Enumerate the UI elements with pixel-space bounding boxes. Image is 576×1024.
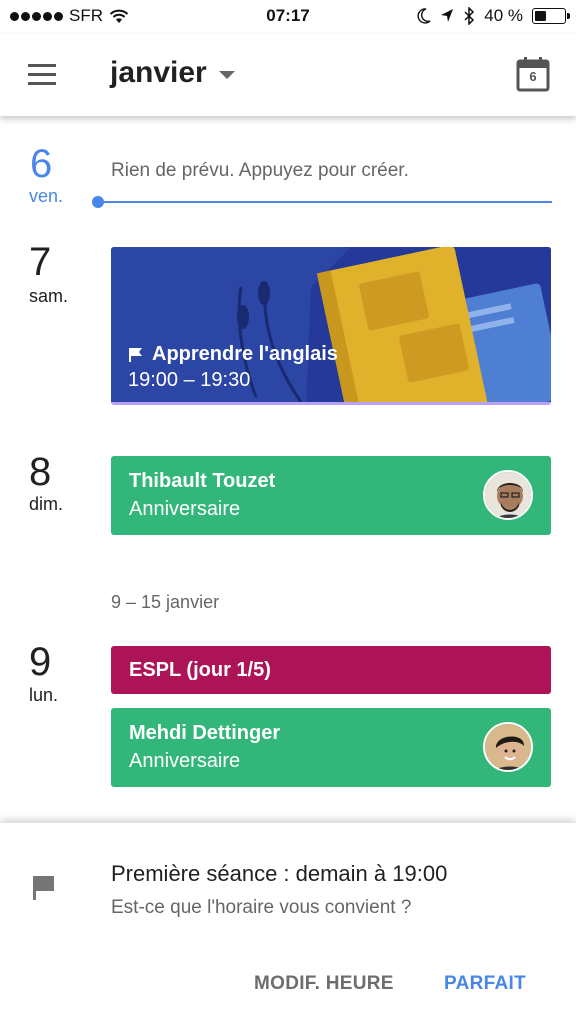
goal-confirmation-sheet: Première séance : demain à 19:00 Est-ce …: [0, 823, 576, 1024]
battery-fill: [535, 11, 546, 21]
flag-icon: [33, 876, 54, 900]
app-bar: janvier 6: [0, 34, 576, 116]
battery-percent: 40 %: [484, 6, 523, 25]
location-arrow-icon: [441, 9, 454, 22]
day-number: 6: [30, 142, 53, 186]
current-time-line: [102, 201, 552, 203]
sheet-title: Première séance : demain à 19:00: [111, 861, 448, 886]
sheet-subtitle: Est-ce que l'horaire vous convient ?: [111, 897, 412, 918]
event-title: Apprendre l'anglais: [152, 343, 338, 365]
menu-icon[interactable]: [28, 64, 58, 86]
avatar: [483, 722, 533, 772]
espl-event-card[interactable]: ESPL (jour 1/5): [111, 646, 551, 694]
event-subtitle: Anniversaire: [129, 750, 241, 772]
confirm-button[interactable]: PARFAIT: [444, 973, 526, 995]
caret-down-icon: [218, 70, 235, 79]
status-bar: SFR 07:17 40 %: [0, 0, 576, 34]
day-name: lun.: [29, 685, 59, 705]
status-right: 40 %: [417, 6, 570, 26]
week-range-label: 9 – 15 janvier: [111, 592, 220, 612]
battery-icon: [532, 8, 570, 24]
month-label: janvier: [110, 56, 207, 89]
modify-time-button[interactable]: MODIF. HEURE: [254, 973, 394, 995]
event-time: 19:00 – 19:30: [128, 369, 251, 391]
goal-title-row: Apprendre l'anglais: [128, 343, 338, 366]
month-selector[interactable]: janvier: [110, 56, 235, 90]
goal-event-card[interactable]: Apprendre l'anglais 19:00 – 19:30: [111, 247, 551, 405]
event-title: Mehdi Dettinger: [129, 722, 281, 744]
flag-icon: [129, 347, 142, 362]
empty-day-prompt[interactable]: Rien de prévu. Appuyez pour créer.: [111, 160, 409, 182]
today-calendar-number: 6: [529, 69, 537, 84]
event-title: ESPL (jour 1/5): [129, 659, 271, 681]
bluetooth-icon: [464, 7, 475, 25]
avatar: [483, 470, 533, 520]
day-name: dim.: [29, 494, 64, 514]
day-number: 8: [29, 450, 52, 494]
event-subtitle: Anniversaire: [129, 498, 241, 520]
birthday-event-card[interactable]: Mehdi Dettinger Anniversaire: [111, 708, 551, 787]
day-number: 9: [29, 640, 52, 684]
day-name: ven.: [29, 186, 64, 206]
day-number: 7: [29, 240, 52, 284]
event-title: Thibault Touzet: [129, 470, 276, 492]
birthday-event-card[interactable]: Thibault Touzet Anniversaire: [111, 456, 551, 535]
today-calendar-icon[interactable]: 6: [516, 56, 550, 92]
moon-icon: [417, 8, 431, 24]
day-name: sam.: [29, 286, 69, 306]
